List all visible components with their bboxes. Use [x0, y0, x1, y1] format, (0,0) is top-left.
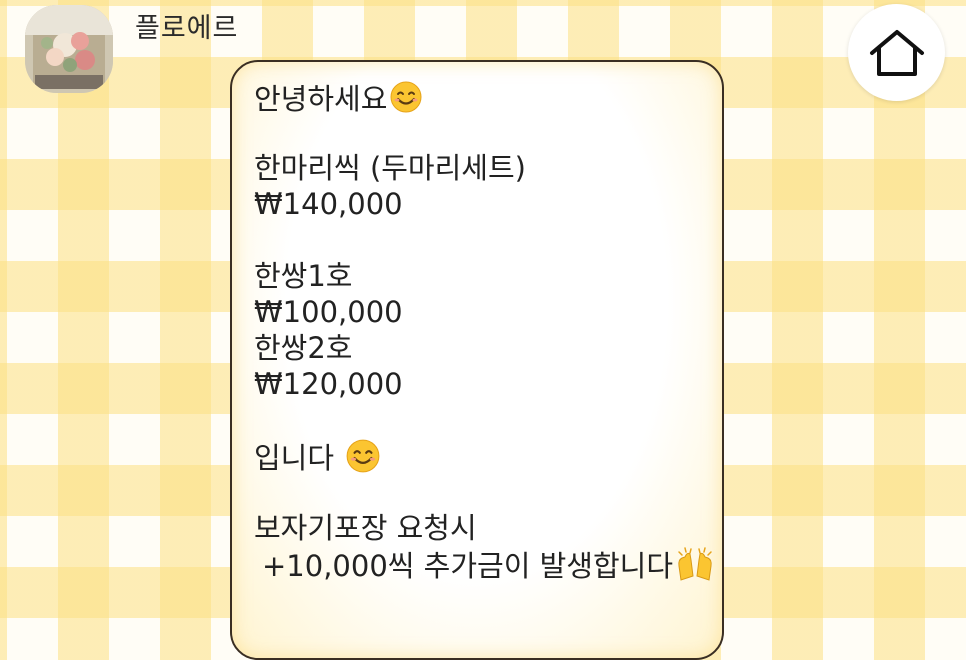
item3-price: ₩120,000: [254, 367, 403, 401]
item1-name: 한마리씩 (두마리세트): [254, 151, 526, 185]
smiling-face-icon: [345, 438, 381, 482]
message-line-closing: 입니다: [254, 438, 381, 482]
raising-hands-icon: [675, 546, 715, 590]
item3-name: 한쌍2호: [254, 331, 353, 365]
sender-avatar[interactable]: [25, 5, 113, 93]
home-icon: [869, 29, 924, 76]
home-button[interactable]: [848, 4, 945, 101]
greeting-text: 안녕하세요: [254, 82, 388, 116]
closing-text: 입니다: [254, 441, 335, 475]
wrap-detail-text: +10,000씩 추가금이 발생합니다: [262, 549, 674, 583]
message-line-wrap-detail: +10,000씩 추가금이 발생합니다: [262, 546, 715, 590]
wrap-title: 보자기포장 요청시: [254, 511, 477, 545]
smiling-face-icon: [389, 80, 423, 122]
sender-name: 플로에르: [135, 13, 239, 44]
message-line-greeting: 안녕하세요: [254, 80, 423, 122]
item1-price: ₩140,000: [254, 187, 403, 221]
item2-price: ₩100,000: [254, 295, 403, 329]
item2-name: 한쌍1호: [254, 259, 353, 293]
